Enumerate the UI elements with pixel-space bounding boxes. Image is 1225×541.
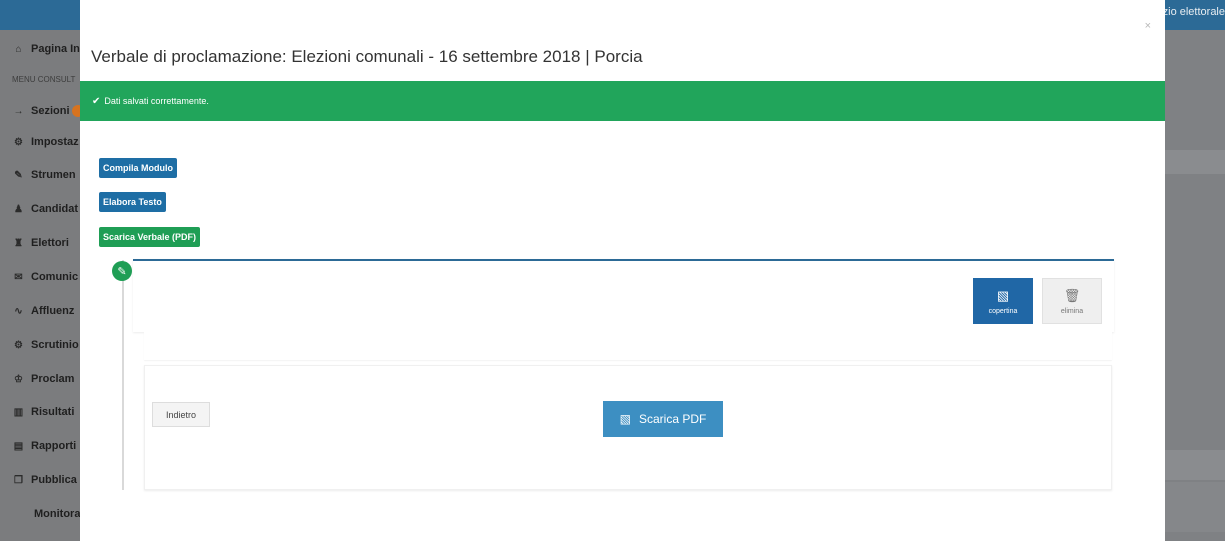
step-elabora-testo-button[interactable]: Elabora Testo <box>99 192 166 212</box>
download-pdf-label: Scarica PDF <box>638 412 707 426</box>
sidebar-header: MENU CONSULT <box>12 75 76 84</box>
sidebar-item-label: Risultati <box>31 406 75 418</box>
modal-title: Verbale di proclamazione: Elezioni comun… <box>91 47 643 66</box>
sidebar-item-label: Comunic <box>31 271 79 283</box>
sidebar-item-scrutinio[interactable]: ⚙ Scrutinio <box>12 339 79 351</box>
copertina-label: copertina <box>988 307 1018 315</box>
copy-icon: ❐ <box>14 474 23 486</box>
footer-panel: Indietro ▧ Scarica PDF <box>144 365 1112 490</box>
cogs-icon: ⚙ <box>14 339 23 351</box>
back-button[interactable]: Indietro <box>152 402 210 427</box>
sidebar-item-label: Candidat <box>31 203 79 215</box>
step-compila-modulo-button[interactable]: Compila Modulo <box>99 158 177 178</box>
topbar-title: zio elettorale <box>1162 6 1225 18</box>
sidebar: ⌂ Pagina In MENU CONSULT → Sezioni ⚙ Imp… <box>0 30 80 541</box>
sidebar-item-sezioni[interactable]: → Sezioni <box>12 105 80 117</box>
elimina-button[interactable]: 🗑 elimina <box>1042 278 1102 324</box>
sidebar-item-impostazioni[interactable]: ⚙ Impostaz <box>12 136 79 148</box>
sidebar-item-label: Pubblica <box>31 474 77 486</box>
trash-icon: 🗑 <box>1063 287 1081 303</box>
background-band <box>1165 482 1225 532</box>
sidebar-item-elettori[interactable]: ♜ Elettori <box>12 237 69 249</box>
sidebar-item-label: Scrutinio <box>31 339 79 351</box>
elimina-label: elimina <box>1060 307 1084 315</box>
sign-in-icon: → <box>13 105 24 117</box>
file-icon: ▤ <box>13 440 24 452</box>
pencil-icon: ✎ <box>112 261 132 281</box>
wrench-icon: ✎ <box>14 169 23 181</box>
proclamation-modal: × Verbale di proclamazione: Elezioni com… <box>80 0 1165 541</box>
pdf-file-icon: ▧ <box>996 287 1010 303</box>
pdf-file-icon: ▧ <box>619 412 631 426</box>
step-scarica-verbale-button[interactable]: Scarica Verbale (PDF) <box>99 227 201 247</box>
success-alert: ✔ Dati salvati correttamente. <box>80 81 1165 121</box>
sidebar-item-rapporti[interactable]: ▤ Rapporti <box>12 440 76 452</box>
sidebar-item-label: Pagina In <box>31 43 80 55</box>
close-icon[interactable]: × <box>1145 20 1151 32</box>
panel-separator <box>144 332 1112 360</box>
check-icon: ✔ <box>92 95 101 107</box>
candidates-icon: ♟ <box>14 203 23 215</box>
sidebar-item-affluenza[interactable]: ∿ Affluenz <box>12 305 74 317</box>
users-icon: ♜ <box>14 237 23 249</box>
sidebar-item-label: Rapporti <box>31 440 77 452</box>
sidebar-item-comunicazioni[interactable]: ✉ Comunic <box>12 271 78 283</box>
trophy-icon: ♔ <box>14 373 23 385</box>
notification-badge <box>71 105 80 117</box>
line-chart-icon: ∿ <box>14 305 23 317</box>
sidebar-item-label: Impostaz <box>31 136 79 148</box>
envelope-icon: ✉ <box>14 271 23 283</box>
sidebar-item-label: Affluenz <box>31 305 75 317</box>
sidebar-item-label: Elettori <box>31 237 69 249</box>
download-pdf-button[interactable]: ▧ Scarica PDF <box>603 401 723 437</box>
attachments-panel: ▧ copertina 🗑 elimina <box>133 259 1114 332</box>
sidebar-item-risultati[interactable]: ▥ Risultati <box>12 406 75 418</box>
sidebar-item-proclamazione[interactable]: ♔ Proclam <box>12 373 74 385</box>
background-band <box>1165 150 1225 174</box>
sidebar-item-label: Strumen <box>31 169 76 181</box>
timeline-line <box>122 260 124 490</box>
alert-text: Dati salvati correttamente. <box>104 96 209 106</box>
sidebar-item-candidati[interactable]: ♟ Candidat <box>12 203 78 215</box>
gear-icon: ⚙ <box>14 136 23 148</box>
sidebar-item-strumenti[interactable]: ✎ Strumen <box>12 169 76 181</box>
copertina-button[interactable]: ▧ copertina <box>973 278 1033 324</box>
bar-chart-icon: ▥ <box>13 406 24 418</box>
sidebar-item-pubblicazione[interactable]: ❐ Pubblica <box>12 474 77 486</box>
home-icon: ⌂ <box>15 43 22 55</box>
sidebar-item-monitoraggio[interactable]: Monitorag <box>34 508 80 520</box>
sidebar-item-label: Monitorag <box>34 508 80 520</box>
sidebar-item-home[interactable]: ⌂ Pagina In <box>12 43 80 55</box>
background-band <box>1165 450 1225 480</box>
sidebar-item-label: Proclam <box>31 373 75 385</box>
sidebar-item-label: Sezioni <box>31 105 70 117</box>
